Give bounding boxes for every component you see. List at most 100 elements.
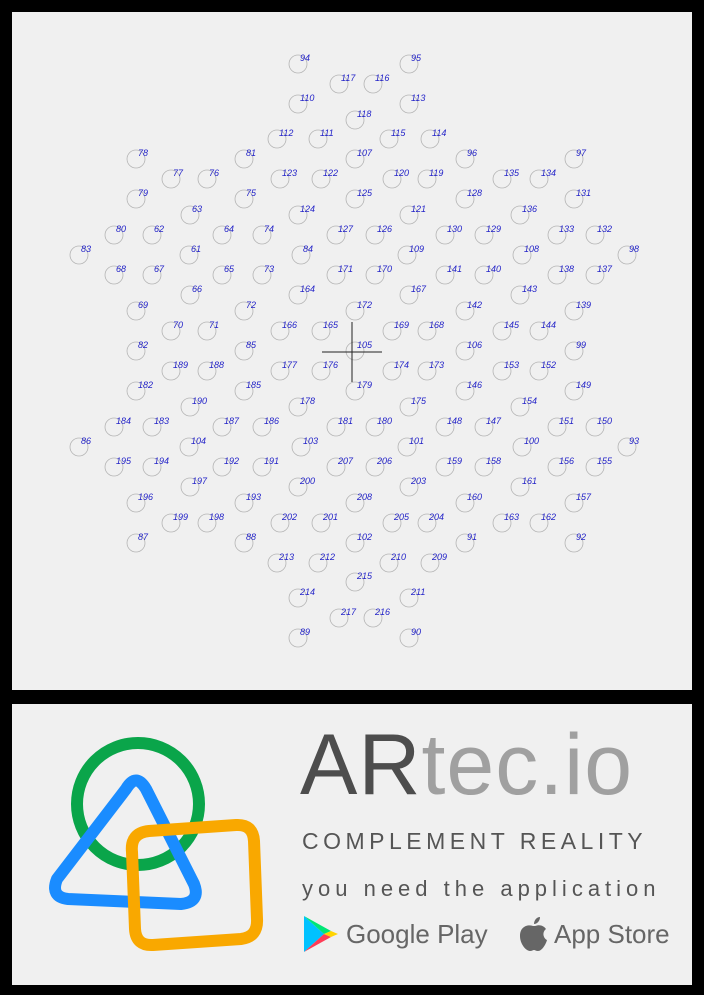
marker-label: 203 [410,476,426,486]
marker-label: 108 [524,244,539,254]
marker-label: 95 [411,53,422,63]
marker-label: 156 [559,456,574,466]
marker-160: 160 [455,492,482,513]
marker-label: 133 [559,224,574,234]
marker-185: 185 [234,380,262,401]
brand-name-light: tec.io [421,717,634,813]
marker-label: 149 [576,380,591,390]
marker-127: 127 [326,224,354,245]
marker-label: 216 [374,607,390,617]
marker-label: 207 [337,456,354,466]
marker-label: 193 [246,492,261,502]
marker-label: 79 [138,188,148,198]
marker-173: 173 [417,360,444,381]
marker-134: 134 [529,168,556,189]
marker-187: 187 [212,416,240,437]
marker-label: 191 [264,456,279,466]
marker-label: 183 [154,416,169,426]
marker-132: 132 [585,224,612,245]
marker-77: 77 [161,168,184,189]
marker-label: 89 [300,627,310,637]
marker-75: 75 [234,188,257,209]
marker-label: 90 [411,627,421,637]
marker-112: 112 [267,128,293,149]
marker-label: 117 [341,73,356,83]
marker-label: 126 [377,224,392,234]
marker-167: 167 [399,284,427,305]
marker-label: 157 [576,492,592,502]
marker-label: 173 [429,360,444,370]
marker-194: 194 [142,456,169,477]
marker-label: 181 [338,416,353,426]
marker-209: 209 [420,552,447,573]
marker-148: 148 [435,416,462,437]
marker-188: 188 [197,360,224,381]
marker-label: 116 [375,73,389,83]
marker-label: 96 [467,148,477,158]
marker-172: 172 [345,300,372,321]
marker-70: 70 [161,320,183,341]
marker-label: 100 [524,436,539,446]
marker-124: 124 [288,204,315,225]
marker-82: 82 [126,340,148,361]
marker-178: 178 [288,396,315,417]
marker-104: 104 [179,436,206,457]
marker-label: 85 [246,340,257,350]
marker-label: 188 [209,360,224,370]
marker-74: 74 [252,224,274,245]
marker-label: 209 [431,552,447,562]
marker-94: 94 [288,53,310,74]
app-store-badge[interactable]: App Store [518,914,670,954]
marker-212: 212 [308,552,335,573]
marker-65: 65 [212,264,235,285]
marker-label: 166 [282,320,297,330]
marker-120: 120 [382,168,409,189]
marker-204: 204 [417,512,444,533]
marker-label: 67 [154,264,165,274]
marker-149: 149 [564,380,591,401]
marker-214: 214 [288,587,315,608]
marker-label: 174 [394,360,409,370]
tagline: COMPLEMENT REALITY [302,828,648,854]
marker-label: 160 [467,492,482,502]
marker-label: 201 [322,512,338,522]
marker-label: 122 [323,168,338,178]
marker-154: 154 [510,396,537,417]
marker-163: 163 [492,512,519,533]
marker-125: 125 [345,188,373,209]
google-play-badge[interactable]: Google Play [302,914,488,954]
marker-label: 106 [467,340,482,350]
marker-label: 135 [504,168,520,178]
marker-label: 113 [411,93,425,103]
marker-label: 212 [319,552,335,562]
marker-203: 203 [399,476,426,497]
marker-198: 198 [197,512,224,533]
marker-76: 76 [197,168,219,189]
marker-72: 72 [234,300,256,321]
marker-label: 144 [541,320,556,330]
marker-label: 147 [486,416,502,426]
marker-label: 76 [209,168,219,178]
marker-label: 195 [116,456,132,466]
marker-136: 136 [510,204,537,225]
marker-200: 200 [288,476,315,497]
marker-label: 134 [541,168,556,178]
marker-label: 74 [264,224,274,234]
marker-label: 70 [173,320,183,330]
marker-176: 176 [311,360,338,381]
marker-155: 155 [585,456,613,477]
marker-label: 159 [447,456,462,466]
marker-label: 99 [576,340,586,350]
marker-label: 168 [429,320,444,330]
marker-label: 187 [224,416,240,426]
marker-label: 150 [597,416,612,426]
marker-130: 130 [435,224,462,245]
marker-label: 94 [300,53,310,63]
marker-label: 213 [278,552,294,562]
marker-label: 114 [432,128,446,138]
marker-145: 145 [492,320,520,341]
marker-140: 140 [474,264,501,285]
marker-label: 196 [138,492,153,502]
marker-label: 175 [411,396,427,406]
marker-label: 167 [411,284,427,294]
